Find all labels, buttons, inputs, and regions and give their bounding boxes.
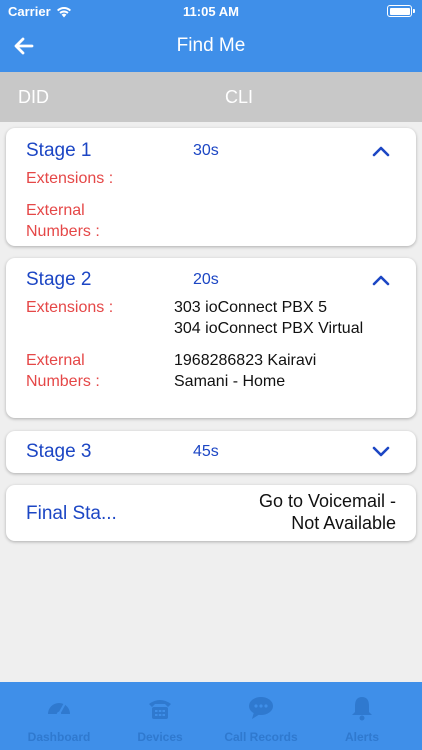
- stage-2-extensions-label: Extensions :: [26, 299, 114, 316]
- stage-2-external-label-line-1: External: [26, 352, 85, 369]
- stage-3-time: 45s: [193, 443, 219, 460]
- stage-1-external-label-line-2: Numbers :: [26, 223, 100, 240]
- dashboard-gauge-icon: [48, 703, 70, 717]
- column-cli: CLI: [225, 87, 254, 107]
- stage-1-collapse-chevron-up-icon[interactable]: [372, 145, 390, 157]
- stage-1-external-label-line-1: External: [26, 202, 85, 219]
- column-header: DID CLI: [0, 72, 422, 122]
- final-stage-value-line-1: Go to Voicemail -: [258, 491, 396, 511]
- stage-2-external-label-line-2: Numbers :: [26, 373, 100, 390]
- stage-2-external-number-line-1: 1968286823 Kairavi: [174, 352, 317, 369]
- page-title: Find Me: [176, 35, 246, 56]
- stage-1-time: 30s: [193, 142, 219, 159]
- final-stage-card[interactable]: Final Sta... Go to Voicemail - Not Avail…: [6, 485, 416, 541]
- tab-call-records[interactable]: Call Records: [211, 682, 311, 750]
- tab-call-records-label: Call Records: [224, 730, 298, 744]
- telephone-icon: [149, 700, 171, 719]
- stage-1-name: Stage 1: [26, 140, 92, 161]
- stage-3-card[interactable]: Stage 3 45s: [6, 431, 416, 473]
- stage-2-extension-2: 304 ioConnect PBX Virtual: [174, 320, 364, 337]
- status-time: 11:05 AM: [183, 4, 239, 19]
- tab-bar: Dashboard Devices Call Records Alerts: [0, 682, 422, 750]
- column-did: DID: [18, 87, 49, 107]
- top-bar: Carrier 11:05 AM Find Me: [0, 0, 422, 72]
- tab-alerts-label: Alerts: [344, 730, 379, 744]
- tab-devices-label: Devices: [137, 730, 183, 744]
- final-stage-value: Go to Voicemail - Not Available: [206, 490, 396, 534]
- final-stage-name: Final Sta...: [26, 503, 117, 524]
- final-stage-value-line-2: Not Available: [291, 513, 396, 533]
- tab-devices[interactable]: Devices: [110, 682, 210, 750]
- chat-bubble-icon: [249, 697, 273, 719]
- stage-2-collapse-chevron-up-icon[interactable]: [372, 274, 390, 286]
- stage-1-card: Stage 1 30s Extensions : External Number…: [6, 128, 416, 246]
- status-bar: Carrier 11:05 AM: [0, 0, 422, 24]
- tab-alerts[interactable]: Alerts: [312, 682, 412, 750]
- stage-2-extension-1: 303 ioConnect PBX 5: [174, 299, 327, 316]
- stage-3-expand-chevron-down-icon[interactable]: [372, 446, 390, 458]
- stage-2-external-number-line-2: Samani - Home: [174, 373, 286, 390]
- battery-icon: [387, 5, 415, 17]
- bell-icon: [352, 697, 372, 721]
- stage-2-time: 20s: [193, 271, 219, 288]
- stage-3-name: Stage 3: [26, 441, 92, 462]
- stage-2-name: Stage 2: [26, 269, 92, 290]
- tab-dashboard[interactable]: Dashboard: [9, 682, 109, 750]
- stage-1-extensions-label: Extensions :: [26, 170, 114, 187]
- stage-2-card: Stage 2 20s Extensions : 303 ioConnect P…: [6, 258, 416, 418]
- tab-dashboard-label: Dashboard: [27, 730, 91, 744]
